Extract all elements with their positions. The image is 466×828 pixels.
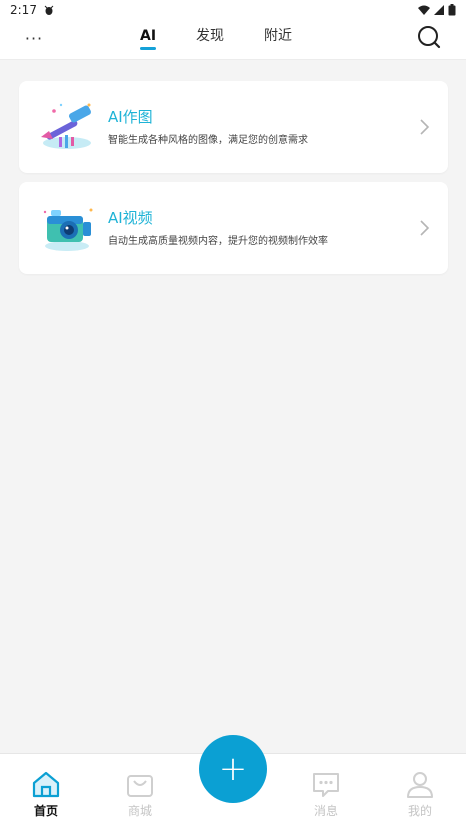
- nav-label: 商城: [127, 804, 152, 818]
- status-left: 2:17: [10, 3, 55, 17]
- search-icon[interactable]: [416, 24, 442, 50]
- nav-home[interactable]: 首页: [11, 754, 81, 828]
- status-bar: 2:17: [0, 0, 466, 20]
- nav-label: 首页: [33, 804, 58, 818]
- top-navigation-bar: ··· AI 发现 附近: [0, 20, 466, 60]
- tab-ai[interactable]: AI: [140, 20, 156, 60]
- chevron-right-icon: [420, 220, 430, 236]
- nav-shop[interactable]: 商城: [105, 754, 175, 828]
- ai-drawing-card[interactable]: AI作图 智能生成各种风格的图像，满足您的创意需求: [19, 81, 448, 173]
- nav-messages[interactable]: 消息: [291, 754, 361, 828]
- message-icon: [313, 773, 339, 797]
- paintbrush-art-icon: [41, 103, 92, 149]
- tab-discover[interactable]: 发现: [196, 20, 224, 60]
- wifi-icon: [418, 5, 430, 15]
- create-button[interactable]: +: [199, 735, 267, 803]
- nav-profile[interactable]: 我的: [385, 754, 455, 828]
- camera-art-icon: [43, 208, 93, 251]
- bug-icon: [44, 5, 54, 15]
- profile-icon: [407, 772, 433, 798]
- card-description: 自动生成高质量视频内容，提升您的视频制作效率: [108, 236, 328, 247]
- card-description: 智能生成各种风格的图像，满足您的创意需求: [108, 135, 308, 146]
- nav-label: 消息: [313, 804, 338, 818]
- home-icon: [32, 771, 60, 798]
- chevron-right-icon: [420, 119, 430, 135]
- card-title: AI视频: [108, 209, 153, 227]
- more-menu-button[interactable]: ···: [22, 26, 46, 50]
- shopping-bag-icon: [127, 775, 153, 797]
- tab-nearby[interactable]: 附近: [264, 20, 292, 60]
- status-right: [418, 4, 456, 16]
- nav-label: 我的: [407, 804, 432, 818]
- status-time: 2:17: [10, 3, 37, 17]
- signal-icon: [434, 5, 444, 15]
- ai-video-card[interactable]: AI视频 自动生成高质量视频内容，提升您的视频制作效率: [19, 182, 448, 274]
- card-title: AI作图: [108, 108, 153, 126]
- battery-icon: [448, 4, 456, 16]
- top-tabs: AI 发现 附近: [140, 20, 332, 60]
